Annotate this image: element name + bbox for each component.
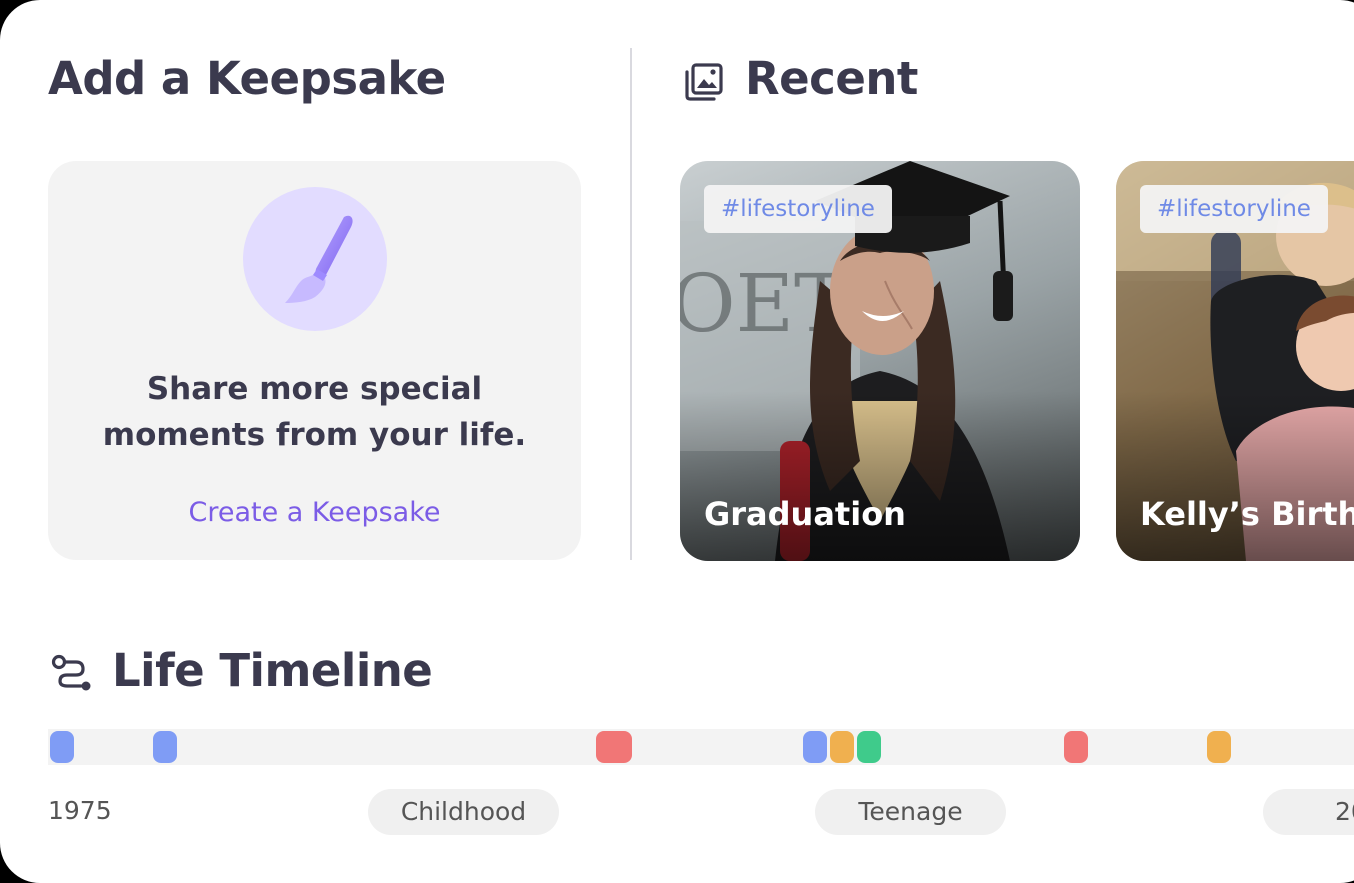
timeline-event[interactable] [1207,731,1231,763]
card-gradient [1116,391,1354,561]
photo-gallery-icon [685,63,723,101]
add-keepsake-message-line1: Share more special [146,371,483,407]
add-keepsake-message-line2: moments from your life. [102,417,527,453]
card-title: Kelly’s Birthd [1140,495,1354,533]
card-hashtag: #lifestoryline [704,185,892,233]
add-keepsake-card[interactable]: Share more special moments from your lif… [48,161,581,560]
route-icon [51,654,91,691]
recent-card-graduation[interactable]: OETH #lifestoryline Graduation [680,161,1080,561]
timeline-event[interactable] [803,731,827,763]
recent-card-birthday[interactable]: #lifestoryline Kelly’s Birthd [1116,161,1354,561]
life-timeline-title: Life Timeline [112,644,433,697]
timeline-event[interactable] [153,731,177,763]
card-hashtag: #lifestoryline [1140,185,1328,233]
timeline-event[interactable] [596,731,632,763]
keepsake-panel: Add a Keepsake Share more special moment… [0,0,1354,883]
timeline-event[interactable] [1064,731,1088,763]
recent-title: Recent [745,52,918,105]
period-teenage[interactable]: Teenage [815,789,1006,835]
timeline-event[interactable] [857,731,881,763]
period-twenties[interactable]: 20 [1263,789,1354,835]
paintbrush-icon [243,187,387,331]
add-keepsake-title: Add a Keepsake [48,52,446,105]
timeline-start-year: 1975 [48,796,112,825]
timeline-event[interactable] [50,731,74,763]
timeline-track[interactable] [48,729,1354,765]
card-gradient [680,391,1080,561]
section-divider [630,48,632,560]
create-keepsake-link[interactable]: Create a Keepsake [48,497,581,528]
timeline-event[interactable] [830,731,854,763]
period-childhood[interactable]: Childhood [368,789,559,835]
add-keepsake-message: Share more special moments from your lif… [48,366,581,458]
card-title: Graduation [704,495,906,533]
